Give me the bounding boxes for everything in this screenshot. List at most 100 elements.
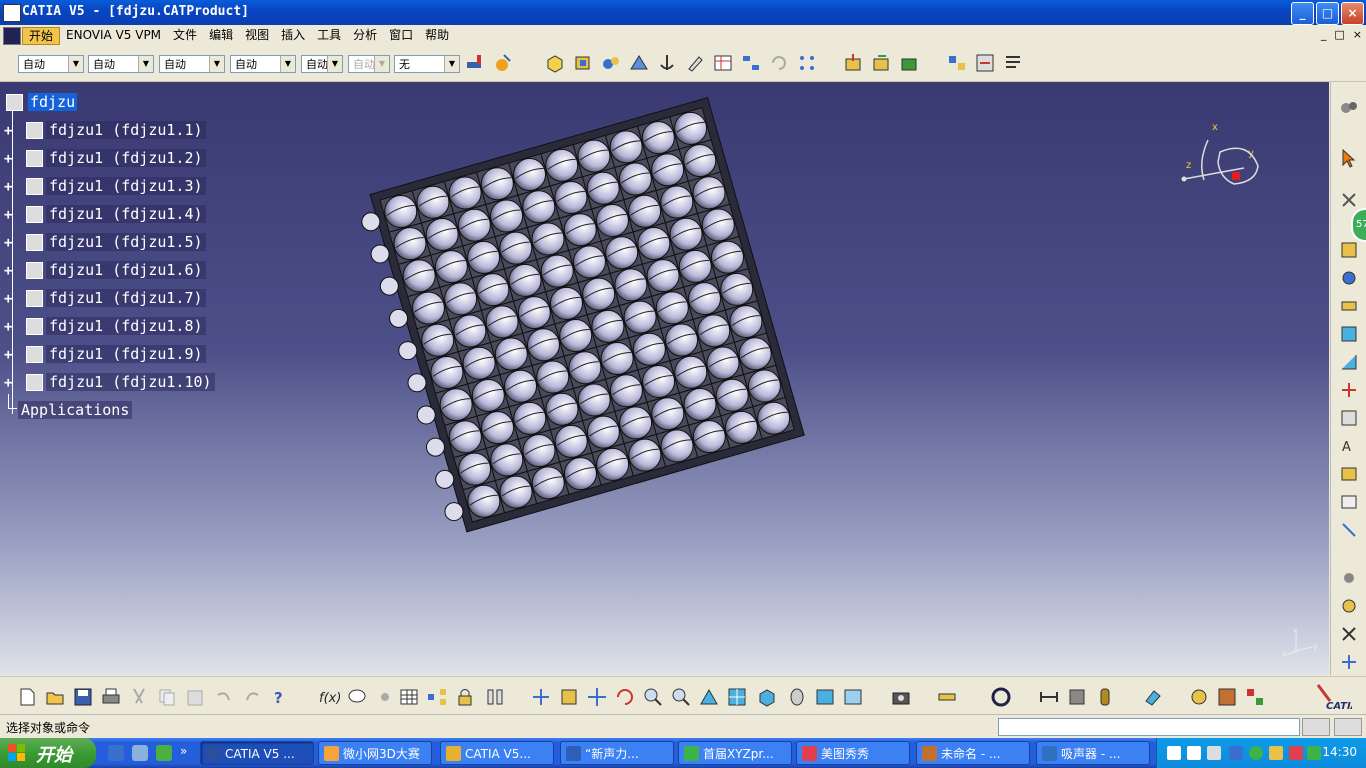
- smart-move-icon[interactable]: [1339, 652, 1359, 672]
- apply-material-icon[interactable]: [1188, 686, 1210, 708]
- catia-app-icon[interactable]: [3, 4, 21, 22]
- fly-mode-icon[interactable]: [530, 686, 552, 708]
- doc-restore-button[interactable]: □: [1334, 28, 1344, 41]
- new-product-icon[interactable]: [870, 52, 892, 74]
- menu-file[interactable]: 文件: [167, 27, 203, 45]
- painter-icon[interactable]: [464, 52, 486, 74]
- catia-cycle-icon[interactable]: [990, 686, 1012, 708]
- line-type-combo[interactable]: 自动 ▼: [230, 55, 296, 73]
- zoom-out-icon[interactable]: [670, 686, 692, 708]
- scene-icon[interactable]: [1244, 686, 1266, 708]
- rotate-icon[interactable]: [614, 686, 636, 708]
- fix-together-icon[interactable]: [1339, 408, 1359, 428]
- expand-plus-icon[interactable]: +: [4, 152, 12, 166]
- menu-analyze[interactable]: 分析: [347, 27, 383, 45]
- grid-table-icon[interactable]: [398, 686, 420, 708]
- anchor-icon[interactable]: [656, 52, 678, 74]
- security-icon[interactable]: [1249, 746, 1263, 760]
- coincidence-icon[interactable]: [1339, 268, 1359, 288]
- command-input[interactable]: [998, 718, 1300, 736]
- bill-of-material-icon[interactable]: [1002, 52, 1024, 74]
- edit-pencil-icon[interactable]: [684, 52, 706, 74]
- expand-plus-icon[interactable]: +: [4, 124, 12, 138]
- expand-plus-icon[interactable]: +: [4, 320, 12, 334]
- taskbar-button[interactable]: 微小网3D大赛: [318, 741, 432, 765]
- expand-plus-icon[interactable]: +: [4, 264, 12, 278]
- expand-plus-icon[interactable]: +: [4, 236, 12, 250]
- fix-together-icon[interactable]: [974, 52, 996, 74]
- explode-icon[interactable]: [1339, 568, 1359, 588]
- performance-badge[interactable]: 57: [1351, 208, 1366, 242]
- fit-all-icon[interactable]: [558, 686, 580, 708]
- tree-item-label[interactable]: fdjzu1 (fdjzu1.8): [46, 317, 206, 335]
- close-button[interactable]: ×: [1341, 2, 1364, 25]
- help-tray-icon[interactable]: [1187, 746, 1201, 760]
- normal-view-icon[interactable]: [698, 686, 720, 708]
- start-button[interactable]: 开始: [0, 738, 96, 768]
- contact-icon[interactable]: [1339, 296, 1359, 316]
- quick-constraint-icon[interactable]: A: [1339, 436, 1359, 456]
- taskbar-button[interactable]: CATIA V5...: [440, 741, 554, 765]
- menu-view[interactable]: 视图: [239, 27, 275, 45]
- new-part-icon[interactable]: [898, 52, 920, 74]
- expand-plus-icon[interactable]: +: [4, 348, 12, 362]
- pattern-icon[interactable]: [796, 52, 818, 74]
- applications-label[interactable]: Applications: [18, 401, 133, 419]
- tree-structure-icon[interactable]: [426, 686, 448, 708]
- menu-insert[interactable]: 插入: [275, 27, 311, 45]
- measure-icon[interactable]: [936, 686, 958, 708]
- expand-plus-icon[interactable]: +: [4, 376, 12, 390]
- line-thickness-combo[interactable]: 自动 ▼: [159, 55, 225, 73]
- menu-window[interactable]: 窗口: [383, 27, 419, 45]
- angle-icon[interactable]: [1339, 352, 1359, 372]
- iso-view-icon[interactable]: [756, 686, 778, 708]
- tree-item-label[interactable]: fdjzu1 (fdjzu1.7): [46, 289, 206, 307]
- menu-tools[interactable]: 工具: [311, 27, 347, 45]
- flexible-icon[interactable]: [1339, 464, 1359, 484]
- compass-widget[interactable]: x y z: [1178, 122, 1268, 202]
- menu-edit[interactable]: 编辑: [203, 27, 239, 45]
- back-arrow-icon[interactable]: [1229, 746, 1243, 760]
- open-folder-icon[interactable]: [44, 686, 66, 708]
- new-component-icon[interactable]: [842, 52, 864, 74]
- taskbar-button[interactable]: 首届XYZpr...: [678, 741, 792, 765]
- signal-icon[interactable]: [1307, 746, 1321, 760]
- comment-icon[interactable]: [346, 686, 368, 708]
- material-icon[interactable]: [492, 52, 514, 74]
- table-icon[interactable]: [712, 52, 734, 74]
- expand-plus-icon[interactable]: +: [4, 292, 12, 306]
- multi-instantiate-icon[interactable]: [740, 52, 762, 74]
- menu-start[interactable]: 开始: [22, 27, 61, 45]
- hide-show-icon[interactable]: [814, 686, 836, 708]
- command-help-button[interactable]: [1334, 718, 1362, 736]
- 3d-viewport[interactable]: fdjzu + fdjzu1 (fdjzu1.1) + fdjzu1 (fdjzu1.…: [0, 82, 1329, 675]
- assembly-constraint-icon[interactable]: [1339, 240, 1359, 260]
- clock[interactable]: 14:30: [1322, 745, 1357, 759]
- pan-icon[interactable]: [586, 686, 608, 708]
- tree-item-label[interactable]: fdjzu1 (fdjzu1.10): [46, 373, 215, 391]
- point-type-combo[interactable]: 自动 ▼: [301, 55, 343, 73]
- zoom-in-icon[interactable]: [642, 686, 664, 708]
- taskbar-button[interactable]: CATIA V5 ...: [200, 741, 314, 765]
- document-icon[interactable]: [3, 27, 21, 45]
- volume-icon[interactable]: [1269, 746, 1283, 760]
- constraint-icon[interactable]: [946, 52, 968, 74]
- camera-icon[interactable]: [890, 686, 912, 708]
- offset-icon[interactable]: [1339, 324, 1359, 344]
- expand-plus-icon[interactable]: +: [4, 180, 12, 194]
- new-file-icon[interactable]: [16, 686, 38, 708]
- taskbar-button[interactable]: 未命名 - ...: [916, 741, 1030, 765]
- clash-icon[interactable]: [1339, 596, 1359, 616]
- doc-close-button[interactable]: ×: [1353, 28, 1362, 41]
- product-icon[interactable]: [628, 52, 650, 74]
- taskbar-button[interactable]: 吸声器 - ...: [1036, 741, 1150, 765]
- tree-item-label[interactable]: fdjzu1 (fdjzu1.1): [46, 121, 206, 139]
- measure-inertia-icon[interactable]: [1094, 686, 1116, 708]
- keyboard-icon[interactable]: [1167, 746, 1181, 760]
- tree-item-label[interactable]: fdjzu1 (fdjzu1.3): [46, 177, 206, 195]
- expand-plus-icon[interactable]: +: [4, 208, 12, 222]
- doc-minimize-button[interactable]: _: [1321, 28, 1327, 41]
- tree-item-label[interactable]: fdjzu1 (fdjzu1.5): [46, 233, 206, 251]
- tree-item-label[interactable]: fdjzu1 (fdjzu1.6): [46, 261, 206, 279]
- multi-view-icon[interactable]: [726, 686, 748, 708]
